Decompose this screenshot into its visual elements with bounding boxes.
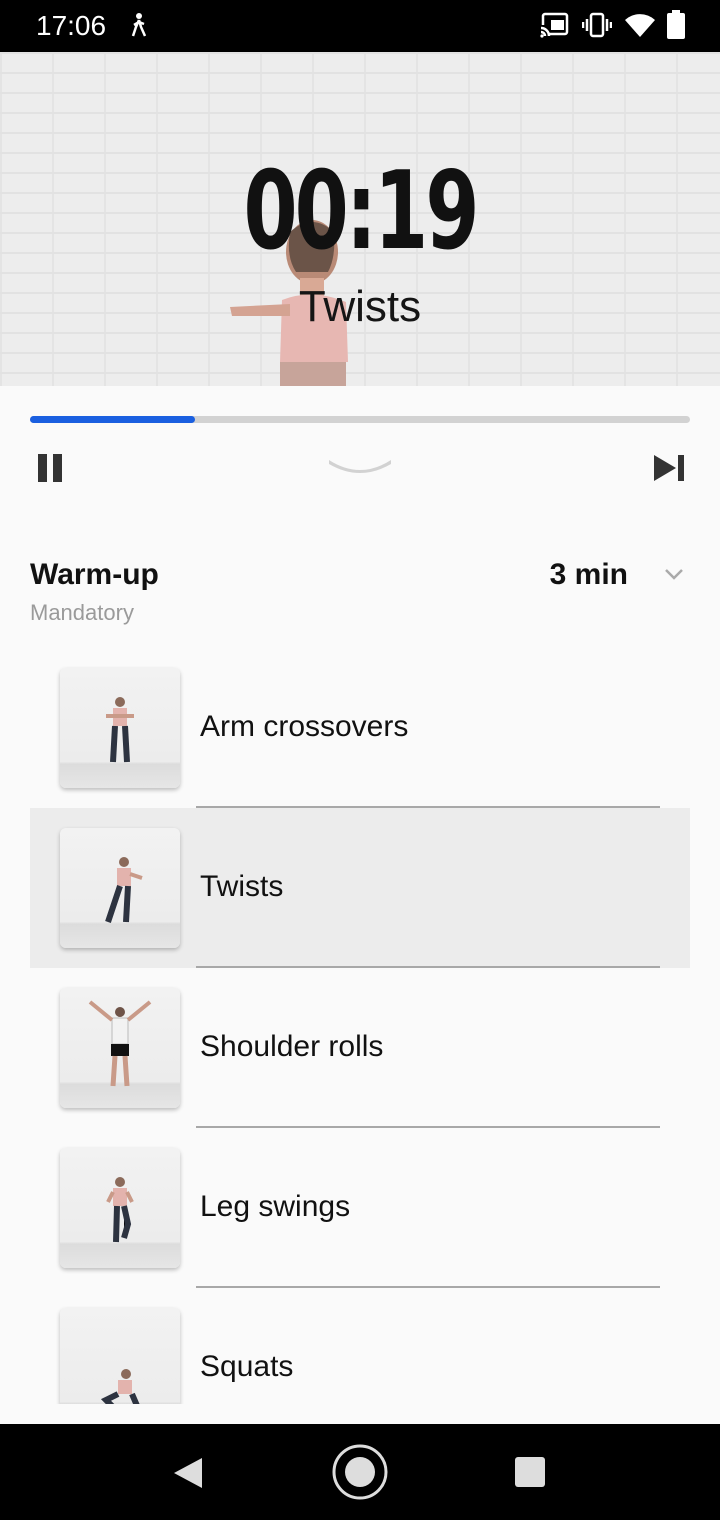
current-exercise-name: Twists (298, 282, 422, 331)
workout-progress-bar (30, 416, 690, 423)
skip-next-icon (654, 455, 684, 481)
exercise-name: Squats (200, 1350, 294, 1383)
home-button[interactable] (330, 1442, 390, 1507)
pause-button[interactable] (34, 450, 68, 486)
recents-icon (515, 1457, 545, 1487)
exercise-thumbnail (60, 988, 180, 1108)
status-bar: 17:06 (0, 0, 720, 52)
exercise-thumbnail (60, 1308, 180, 1404)
exercise-list-item[interactable]: Twists (30, 808, 690, 968)
vibrate-icon (581, 12, 613, 43)
workout-progress-fill (30, 416, 195, 423)
back-button[interactable] (172, 1456, 204, 1495)
wifi-icon (624, 12, 656, 43)
section-title: Warm-up (30, 558, 159, 591)
cast-icon (540, 12, 570, 43)
back-icon (174, 1458, 202, 1488)
recents-button[interactable] (514, 1456, 546, 1493)
chevron-down-icon (329, 460, 391, 473)
exercise-name: Arm crossovers (200, 710, 409, 743)
exercise-list-item[interactable]: Leg swings (30, 1128, 690, 1288)
section-duration: 3 min (549, 558, 628, 591)
exercise-list-item[interactable]: Arm crossovers (30, 648, 690, 808)
chevron-down-icon (665, 569, 683, 580)
exercise-list-item[interactable]: Shoulder rolls (30, 968, 690, 1128)
exercise-name: Leg swings (200, 1190, 351, 1223)
exercise-name: Shoulder rolls (200, 1030, 384, 1063)
skip-next-button[interactable] (652, 452, 688, 484)
exercise-name: Twists (200, 870, 284, 903)
exercise-thumbnail (60, 668, 180, 788)
home-icon (332, 1444, 388, 1500)
status-time: 17:06 (36, 10, 107, 41)
exercise-thumbnail (60, 1148, 180, 1268)
exercise-list-item[interactable]: Squats (30, 1288, 690, 1404)
exercise-thumbnail (60, 828, 180, 948)
section-expand-button[interactable] (662, 566, 686, 582)
walking-icon (130, 12, 148, 43)
exercise-video[interactable]: 00:19 Twists (0, 52, 720, 386)
workout-timer: 00:19 (243, 149, 479, 274)
system-nav-bar (0, 1424, 720, 1520)
battery-icon (666, 10, 686, 45)
pause-icon (38, 454, 62, 482)
exercise-list: Arm crossovers Twists Shoulder rolls Leg… (30, 648, 690, 1404)
section-subtitle: Mandatory (30, 600, 134, 625)
collapse-player-button[interactable] (325, 452, 395, 482)
